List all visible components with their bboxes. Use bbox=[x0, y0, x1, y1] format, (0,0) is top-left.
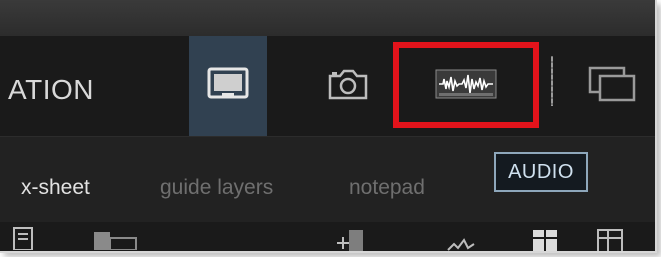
audio-waveform-mode-button[interactable] bbox=[420, 36, 512, 136]
tab-guide-layers[interactable]: guide layers bbox=[160, 176, 273, 200]
folder-icon[interactable] bbox=[92, 230, 140, 251]
waveform-icon bbox=[435, 69, 497, 104]
wave-icon[interactable] bbox=[446, 238, 476, 251]
list-icon[interactable] bbox=[12, 224, 34, 251]
tab-notepad[interactable]: notepad bbox=[349, 176, 425, 200]
toolbar-divider bbox=[551, 56, 553, 106]
display-mode-button[interactable] bbox=[189, 36, 267, 136]
section-title: ATION bbox=[8, 74, 94, 105]
insert-frame-icon[interactable] bbox=[335, 226, 371, 251]
table-icon[interactable] bbox=[596, 228, 624, 251]
tab-x-sheet[interactable]: x-sheet bbox=[21, 176, 90, 200]
grid-icon[interactable] bbox=[531, 228, 559, 251]
app-window: ATION x-sheet guide layers notepad AUDIO bbox=[0, 0, 657, 253]
stacked-windows-icon bbox=[586, 64, 638, 109]
title-bar bbox=[0, 0, 655, 37]
multi-window-mode-button[interactable] bbox=[572, 36, 652, 136]
audio-tab-button[interactable]: AUDIO bbox=[494, 152, 588, 192]
camera-icon bbox=[326, 66, 370, 107]
camera-mode-button[interactable] bbox=[313, 36, 383, 136]
monitor-icon bbox=[206, 66, 250, 107]
